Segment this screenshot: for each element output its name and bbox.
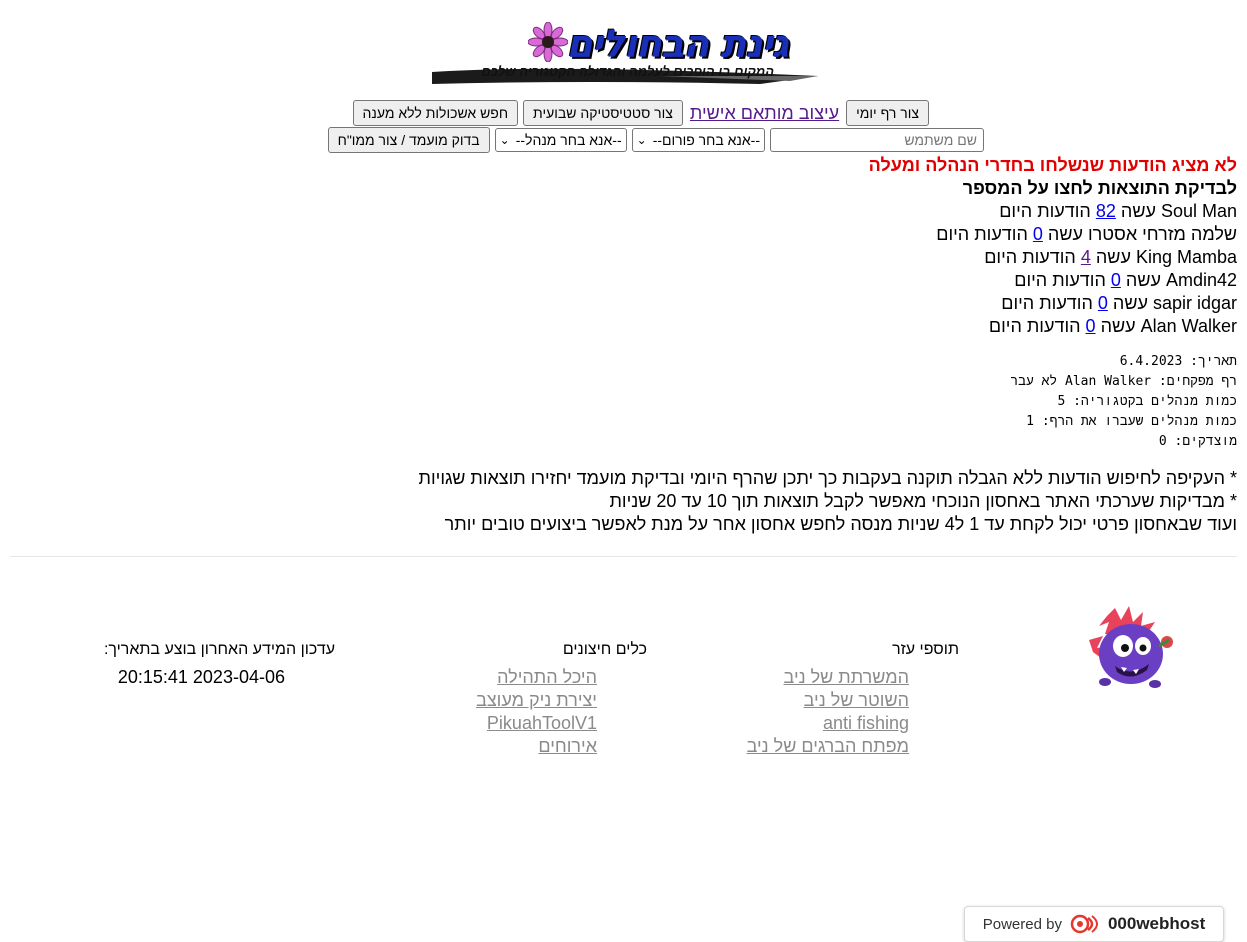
footer-external: כלים חיצונים היכל התהילה יצירת ניק מעוצב…	[347, 640, 647, 758]
user-count-suffix: הודעות היום	[936, 224, 1028, 244]
note-line: * מבדיקות שערכתי האתר באחסון הנוכחי מאפש…	[609, 491, 1237, 511]
user-name: Soul Man	[1160, 201, 1237, 221]
user-name: sapir idgar	[1152, 293, 1237, 313]
hint-text: לבדיקת התוצאות לחצו על המספר	[962, 178, 1237, 198]
external-link-pikuah-tool[interactable]: PikuahToolV1	[347, 712, 597, 735]
note-line: * העקיפה לחיפוש הודעות ללא הגבלה תוקנה ב…	[418, 468, 1237, 488]
user-list: Soul Man עשה 82 הודעות היום שלמה מזרחי אס…	[237, 200, 1237, 338]
external-link-nick-maker[interactable]: יצירת ניק מעוצב	[347, 689, 597, 712]
user-did-label: עשה	[1095, 247, 1131, 267]
logo-subtitle: המקום בו הופכים לעלמה והגדולה הקטגוריה ש…	[481, 64, 774, 79]
powered-by-badge[interactable]: Powered by 000webhost	[964, 906, 1224, 942]
user-count-suffix: הודעות היום	[1014, 270, 1106, 290]
username-input[interactable]	[770, 128, 984, 152]
monster-mascot-icon	[1089, 606, 1173, 688]
external-title: כלים חיצונים	[562, 641, 647, 658]
custom-design-link[interactable]: עיצוב מותאם אישית	[688, 103, 841, 124]
helpers-title: תוספי עזר	[892, 641, 959, 658]
warning-text: לא מציג הודעות שנשלחו בחדרי הנהלה ומעלה	[868, 155, 1237, 175]
weekly-stats-button[interactable]: צור סטטיסטיקה שבועית	[523, 100, 683, 126]
manager-select-value: --אנא בחר מנהל--	[515, 132, 622, 148]
logo-title: גינת הבחולים	[566, 22, 789, 66]
user-line: Alan Walker עשה 0 הודעות היום	[237, 315, 1237, 338]
user-message-count-link[interactable]: 0	[1086, 316, 1096, 336]
summary-line: כמות מנהלים שעברו את הרף: 1	[1026, 414, 1237, 429]
update-time: 20:15:41 2023-04-06	[117, 667, 285, 687]
user-count-suffix: הודעות היום	[999, 201, 1091, 221]
site-logo[interactable]: גינת הבחולים המקום בו הופכים לעלמה והגדו…	[430, 20, 820, 90]
update-title: עדכון המידע האחרון בוצע בתאריך:	[103, 641, 335, 658]
summary-line: מוצדקים: 0	[1158, 434, 1237, 449]
notes-block: * העקיפה לחיפוש הודעות ללא הגבלה תוקנה ב…	[237, 467, 1237, 536]
toolbar-row-1: צור רף יומי עיצוב מותאם אישית צור סטטיסט…	[352, 100, 929, 126]
user-name: Amdin42	[1165, 270, 1237, 290]
user-count-suffix: הודעות היום	[1001, 293, 1093, 313]
user-did-label: עשה	[1125, 270, 1161, 290]
webhost-brand: 000webhost	[1107, 914, 1206, 933]
user-name: שלמה מזרחי אסטרו	[1087, 224, 1237, 244]
helper-link-anti-fishing[interactable]: anti fishing	[659, 712, 909, 735]
user-message-count-link[interactable]: 0	[1033, 224, 1043, 244]
divider	[10, 556, 1237, 557]
summary-line: תאריך: 6.4.2023	[1119, 354, 1237, 369]
external-link-hall-of-fame[interactable]: היכל התהילה	[347, 666, 597, 689]
user-name: Alan Walker	[1140, 316, 1237, 336]
user-count-suffix: הודעות היום	[988, 316, 1081, 336]
user-line: sapir idgar עשה 0 הודעות היום	[237, 292, 1237, 315]
summary-block: תאריך: 6.4.2023 רף מפקחים: Alan Walker לא…	[237, 352, 1237, 452]
helper-link-servant[interactable]: המשרתת של ניב	[659, 666, 909, 689]
footer-helpers: תוספי עזר המשרתת של ניב השוטר של ניב ant…	[659, 640, 959, 758]
candidate-check-button[interactable]: בדוק מועמד / צור ממו"ח	[327, 127, 490, 153]
helper-link-police[interactable]: השוטר של ניב	[659, 689, 909, 712]
page: גינת הבחולים המקום בו הופכים לעלמה והגדו…	[0, 0, 1247, 942]
external-link-hosting[interactable]: אירוחים	[347, 735, 597, 758]
toolbar-row-2: --אנא בחר פורום-- ⌄ --אנא בחר מנהל-- ⌄ ב…	[327, 127, 984, 153]
user-line: Soul Man עשה 82 הודעות היום	[237, 200, 1237, 223]
user-did-label: עשה	[1120, 201, 1156, 221]
user-message-count-link[interactable]: 82	[1096, 201, 1116, 221]
powered-by-label: Powered by	[982, 915, 1062, 933]
user-count-suffix: הודעות היום	[984, 247, 1076, 267]
user-line: שלמה מזרחי אסטרו עשה 0 הודעות היום	[237, 223, 1237, 246]
helper-link-wrench[interactable]: מפתח הברגים של ניב	[659, 735, 909, 758]
user-did-label: עשה	[1047, 224, 1083, 244]
manager-select[interactable]: --אנא בחר מנהל-- ⌄	[494, 128, 627, 152]
user-message-count-link[interactable]: 4	[1081, 247, 1091, 267]
chevron-down-icon: ⌄	[636, 133, 647, 147]
user-message-count-link[interactable]: 0	[1111, 270, 1121, 290]
user-did-label: עשה	[1100, 316, 1136, 336]
footer-update: עדכון המידע האחרון בוצע בתאריך: 20:15:41…	[15, 640, 335, 689]
chevron-down-icon: ⌄	[499, 133, 510, 147]
webhost-logo-icon	[1070, 914, 1098, 934]
summary-line: כמות מנהלים בקטגוריה: 5	[1057, 394, 1237, 409]
user-line: King Mamba עשה 4 הודעות היום	[237, 246, 1237, 269]
user-line: Amdin42 עשה 0 הודעות היום	[237, 269, 1237, 292]
note-line: ועוד שבאחסון פרטי יכול לקחת עד 1 ל4 שניו…	[444, 514, 1237, 534]
user-message-count-link[interactable]: 0	[1098, 293, 1108, 313]
daily-report-button[interactable]: צור רף יומי	[846, 100, 929, 126]
flower-icon	[528, 22, 568, 62]
report-content: לא מציג הודעות שנשלחו בחדרי הנהלה ומעלה …	[237, 154, 1237, 536]
forum-select-value: --אנא בחר פורום--	[652, 132, 760, 148]
user-did-label: עשה	[1112, 293, 1148, 313]
summary-line: רף מפקחים: Alan Walker לא עבר	[1010, 374, 1237, 389]
user-name: King Mamba	[1135, 247, 1237, 267]
unanswered-search-button[interactable]: חפש אשכולות ללא מענה	[352, 100, 519, 126]
forum-select[interactable]: --אנא בחר פורום-- ⌄	[631, 128, 765, 152]
